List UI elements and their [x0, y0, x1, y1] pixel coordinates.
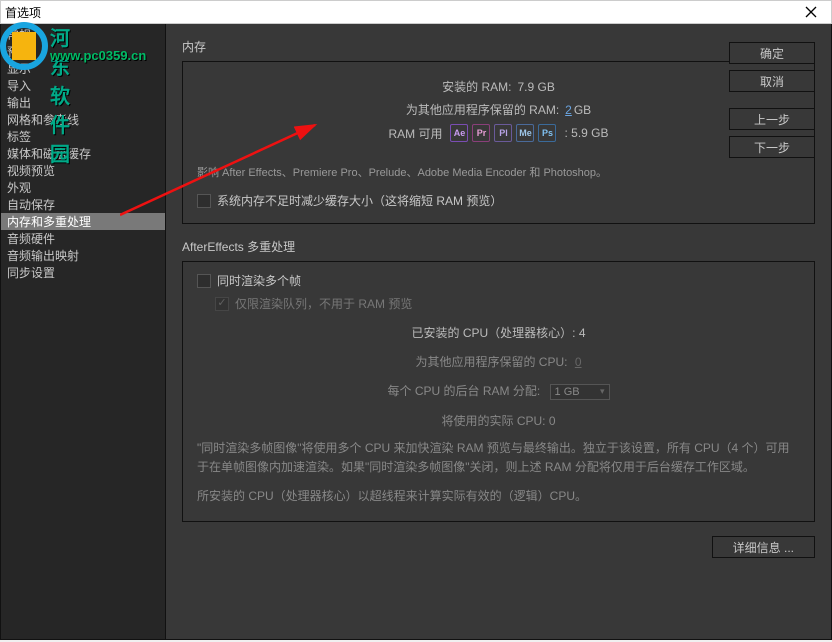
details-button[interactable]: 详细信息 ... [712, 536, 815, 558]
reserved-cpu-label: 为其他应用程序保留的 CPU: [415, 355, 567, 369]
sidebar-item[interactable]: 显示 [1, 60, 165, 77]
memory-section: 安装的 RAM: 7.9 GB 为其他应用程序保留的 RAM: 2 GB RAM… [182, 61, 815, 224]
sidebar-item[interactable]: 预览 [1, 43, 165, 60]
reserved-ram-row: 为其他应用程序保留的 RAM: 2 GB [197, 101, 800, 118]
actual-cpu-label: 将使用的实际 CPU: 0 [197, 412, 800, 429]
sidebar-item[interactable]: 内存和多重处理 [1, 213, 165, 230]
reserved-ram-value[interactable]: 2 [565, 103, 572, 117]
ram-per-cpu-row: 每个 CPU 的后台 RAM 分配: 1 GB [197, 382, 800, 400]
ae-icon: Ae [450, 124, 468, 142]
available-ram-row: RAM 可用 Ae Pr Pl Me Ps : 5.9 GB [197, 124, 800, 142]
titlebar: 首选项 [0, 0, 832, 24]
preferences-sidebar: 常规预览显示导入输出网格和参考线标签媒体和磁盘缓存视频预览外观自动保存内存和多重… [1, 24, 166, 639]
reserved-ram-unit: GB [574, 103, 591, 117]
sidebar-item[interactable]: 音频硬件 [1, 230, 165, 247]
sidebar-item[interactable]: 常规 [1, 26, 165, 43]
installed-ram-row: 安装的 RAM: 7.9 GB [197, 78, 800, 95]
sidebar-item[interactable]: 媒体和磁盘缓存 [1, 145, 165, 162]
close-icon [805, 6, 817, 18]
pl-icon: Pl [494, 124, 512, 142]
sidebar-item[interactable]: 同步设置 [1, 264, 165, 281]
ram-per-cpu-label: 每个 CPU 的后台 RAM 分配: [387, 384, 540, 398]
ram-per-cpu-select[interactable]: 1 GB [550, 384, 610, 400]
ok-button[interactable]: 确定 [729, 42, 815, 64]
low-mem-checkbox[interactable] [197, 194, 211, 208]
available-ram-value: : 5.9 GB [564, 126, 608, 140]
reserved-cpu-row: 为其他应用程序保留的 CPU: 0 [197, 353, 800, 370]
low-mem-checkbox-label: 系统内存不足时减少缓存大小（这将缩短 RAM 预览） [217, 192, 502, 209]
multiprocessing-heading: AfterEffects 多重处理 [182, 238, 815, 255]
available-ram-label: RAM 可用 [388, 125, 442, 142]
multiprocessing-section: 同时渲染多个帧 仅限渲染队列，不用于 RAM 预览 已安装的 CPU（处理器核心… [182, 261, 815, 522]
sidebar-item[interactable]: 自动保存 [1, 196, 165, 213]
ps-icon: Ps [538, 124, 556, 142]
render-multi-checkbox[interactable] [197, 274, 211, 288]
sidebar-item[interactable]: 网格和参考线 [1, 111, 165, 128]
titlebar-title: 首选项 [5, 4, 41, 21]
pr-icon: Pr [472, 124, 490, 142]
me-icon: Me [516, 124, 534, 142]
sidebar-item[interactable]: 输出 [1, 94, 165, 111]
sidebar-item[interactable]: 视频预览 [1, 162, 165, 179]
render-queue-only-checkbox[interactable] [215, 297, 229, 311]
cancel-button[interactable]: 取消 [729, 70, 815, 92]
render-queue-only-row: 仅限渲染队列，不用于 RAM 预览 [215, 295, 800, 312]
reserved-cpu-value[interactable]: 0 [575, 355, 582, 369]
window-body: 常规预览显示导入输出网格和参考线标签媒体和磁盘缓存视频预览外观自动保存内存和多重… [0, 24, 832, 640]
render-multi-checkbox-row: 同时渲染多个帧 [197, 272, 800, 289]
installed-cpu-label: 已安装的 CPU（处理器核心）: 4 [197, 324, 800, 341]
sidebar-item[interactable]: 音频输出映射 [1, 247, 165, 264]
installed-ram-label: 安装的 RAM: [442, 78, 511, 95]
memory-note: 影响 After Effects、Premiere Pro、Prelude、Ad… [197, 164, 800, 180]
low-mem-checkbox-row: 系统内存不足时减少缓存大小（这将缩短 RAM 预览） [197, 192, 800, 209]
reserved-ram-label: 为其他应用程序保留的 RAM: [406, 101, 559, 118]
dialog-buttons: 确定 取消 上一步 下一步 [729, 42, 815, 158]
render-multi-label: 同时渲染多个帧 [217, 272, 301, 289]
multi-description-1: "同时渲染多帧图像"将使用多个 CPU 来加快渲染 RAM 预览与最终输出。独立… [197, 439, 800, 477]
sidebar-item[interactable]: 导入 [1, 77, 165, 94]
details-row: 详细信息 ... [182, 536, 815, 558]
render-queue-only-label: 仅限渲染队列，不用于 RAM 预览 [235, 295, 412, 312]
next-button[interactable]: 下一步 [729, 136, 815, 158]
sidebar-item[interactable]: 标签 [1, 128, 165, 145]
app-icons: Ae Pr Pl Me Ps [450, 124, 556, 142]
memory-heading: 内存 [182, 38, 815, 55]
prev-button[interactable]: 上一步 [729, 108, 815, 130]
multi-description-2: 所安装的 CPU（处理器核心）以超线程来计算实际有效的（逻辑）CPU。 [197, 487, 800, 506]
close-button[interactable] [791, 1, 831, 23]
sidebar-item[interactable]: 外观 [1, 179, 165, 196]
installed-ram-value: 7.9 GB [517, 80, 554, 94]
